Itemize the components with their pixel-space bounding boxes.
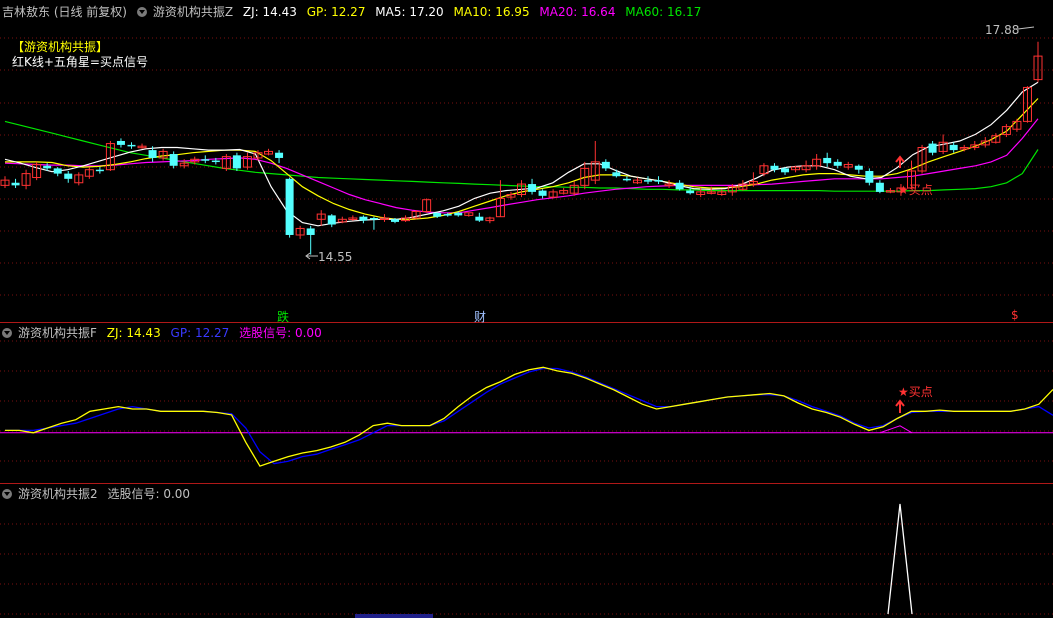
ma10-value: MA10: 16.95 [453, 5, 530, 19]
zj-value: ZJ: 14.43 [242, 5, 297, 19]
indicator-f-chart[interactable] [0, 323, 1053, 484]
buy-signal-label: ★买点 [898, 183, 933, 197]
main-header: 吉林敖东 (日线 前复权) 游资机构共振Z ZJ: 14.43 GP: 12.2… [2, 4, 707, 20]
sub1-signal-value: 选股信号: 0.00 [239, 326, 322, 340]
candle-down [391, 219, 400, 222]
ma5-value: MA5: 17.20 [375, 5, 444, 19]
candle-down [201, 159, 210, 161]
price-chart[interactable] [0, 0, 1053, 323]
candle-down [454, 212, 463, 216]
candle-down [116, 140, 125, 145]
candle-down [359, 216, 368, 221]
candle-down [43, 165, 52, 169]
indicator-menu-icon[interactable] [2, 489, 12, 499]
signal-spike [879, 425, 913, 434]
sub2-signal-value: 选股信号: 0.00 [107, 487, 191, 501]
candle-down [622, 178, 631, 181]
ma5-line [4, 81, 1039, 227]
indicator-menu-icon[interactable] [136, 7, 147, 17]
gp-value: GP: 12.27 [306, 5, 366, 19]
candle-down [443, 214, 452, 216]
high-price-label: 17.88 [985, 23, 1020, 37]
candle-down [275, 152, 284, 158]
candle-down [833, 161, 842, 166]
indicator-2-chart[interactable] [0, 484, 1053, 618]
gp-line [5, 367, 1053, 465]
candle-down [949, 144, 958, 151]
sub-chart-pane-1[interactable]: 游资机构共振F ZJ: 14.43 GP: 12.27 选股信号: 0.00 ★… [0, 323, 1053, 484]
candle-down [770, 165, 779, 170]
candle-down [369, 218, 378, 220]
scroll-indicator [355, 614, 433, 618]
candle-down [643, 180, 652, 182]
candle-down [612, 172, 621, 177]
sub1-buy-signal-label: ★买点 [898, 385, 933, 399]
ma60-value: MA60: 16.17 [625, 5, 702, 19]
candle-down [95, 169, 104, 172]
candle-down [475, 216, 484, 221]
stock-name: 吉林敖东 (日线 前复权) [2, 5, 127, 19]
low-price-label: 14.55 [318, 250, 353, 264]
sub1-gp-value: GP: 12.27 [170, 326, 230, 340]
signal-peak-line [887, 503, 913, 615]
sub-chart-pane-2[interactable]: 游资机构共振2 选股信号: 0.00 [0, 484, 1053, 618]
candle-down [675, 182, 684, 190]
candle-down [433, 212, 442, 217]
candle-down [64, 173, 73, 179]
indicator-menu-icon[interactable] [2, 328, 12, 338]
candle-down [211, 160, 220, 163]
candle-down [781, 168, 790, 173]
candle-down [285, 178, 294, 235]
ma20-line [4, 118, 1039, 214]
candle-down [327, 215, 336, 225]
sub1-indicator-name[interactable]: 游资机构共振F [18, 326, 97, 340]
candle-down [11, 182, 20, 186]
candle-down [854, 165, 863, 170]
candle-down [823, 157, 832, 164]
main-chart-pane[interactable]: 吉林敖东 (日线 前复权) 游资机构共振Z ZJ: 14.43 GP: 12.2… [0, 0, 1053, 324]
ma10-line [5, 98, 1039, 220]
sub2-indicator-name[interactable]: 游资机构共振2 [18, 487, 98, 501]
candle-down [306, 228, 315, 235]
sub1-header: 游资机构共振F ZJ: 14.43 GP: 12.27 选股信号: 0.00 [2, 325, 328, 341]
zj-line [5, 366, 1053, 467]
candle-down [875, 182, 884, 192]
candle-down [169, 154, 178, 166]
candle-down [148, 150, 157, 158]
candle-down [528, 184, 537, 192]
sub1-zj-value: ZJ: 14.43 [106, 326, 161, 340]
indicator-name[interactable]: 游资机构共振Z [153, 5, 233, 19]
legend-description: 红K线+五角星=买点信号 [12, 55, 148, 69]
candle-down [928, 143, 937, 153]
candle-down [538, 190, 547, 196]
event-marker-dollar[interactable]: $ [1011, 308, 1019, 322]
candle-down [53, 168, 62, 174]
candle-down [232, 155, 241, 169]
candle-down [654, 180, 663, 182]
sub2-header: 游资机构共振2 选股信号: 0.00 [2, 486, 196, 502]
ma20-value: MA20: 16.64 [539, 5, 616, 19]
candle-down [686, 190, 695, 194]
candle-down [601, 161, 610, 169]
candle-down [865, 171, 874, 183]
high-price-arrow [1017, 26, 1035, 30]
candle-down [127, 144, 136, 147]
